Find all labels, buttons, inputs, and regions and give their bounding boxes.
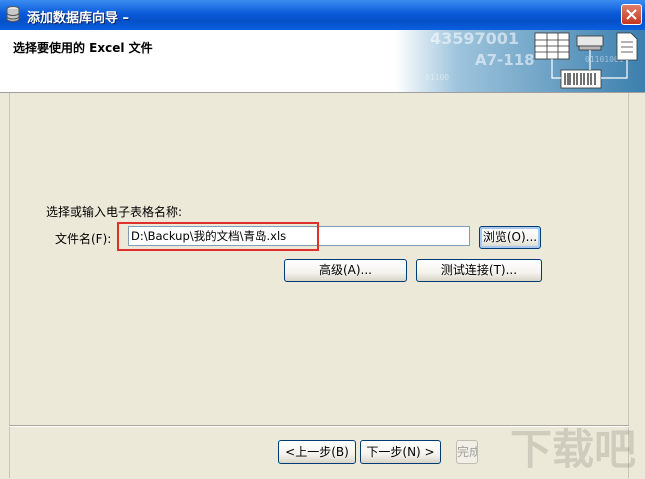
banner-number-4: 01100 (425, 73, 449, 82)
back-button[interactable]: <上一步(B) (278, 440, 356, 464)
title-bar[interactable]: 添加数据库向导 – (0, 0, 645, 30)
database-icon (6, 6, 20, 23)
browse-button[interactable]: 浏览(O)... (479, 226, 541, 249)
watermark-logo: 下载吧 (510, 425, 636, 474)
document-icon (616, 32, 638, 61)
spreadsheet-icon (534, 32, 570, 60)
next-button[interactable]: 下一步(N) > (360, 440, 441, 464)
file-name-label: 文件名(F): (55, 232, 112, 246)
banner-graphic: 43597001 A7-118 01101001 01100 (395, 30, 645, 92)
server-icon (576, 35, 604, 51)
banner-number-1: 43597001 (430, 30, 519, 48)
left-border (9, 93, 10, 478)
spreadsheet-prompt-label: 选择或输入电子表格名称: (46, 205, 183, 219)
advanced-button[interactable]: 高级(A)... (284, 259, 407, 282)
file-name-input[interactable] (128, 226, 470, 246)
wizard-header: 选择要使用的 Excel 文件 43597001 A7-118 01101001… (0, 30, 645, 93)
watermark-text: 下载吧 (510, 425, 636, 474)
test-connection-button[interactable]: 测试连接(T)... (416, 259, 542, 282)
close-icon (626, 9, 637, 20)
close-button[interactable] (621, 4, 642, 25)
banner-number-2: A7-118 (475, 51, 535, 69)
barcode-icon (560, 69, 602, 89)
finish-button[interactable]: 完成 (456, 440, 478, 464)
page-title: 选择要使用的 Excel 文件 (13, 41, 153, 55)
window-title: 添加数据库向导 – (27, 11, 130, 26)
